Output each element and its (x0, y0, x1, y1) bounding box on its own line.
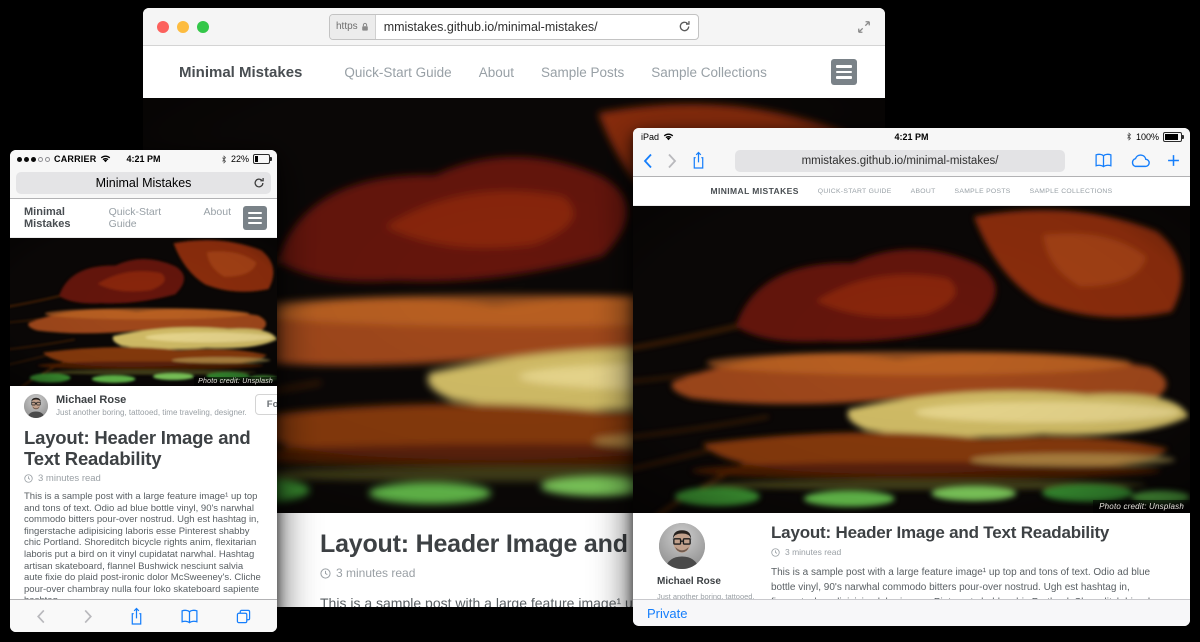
ipad-status-bar: iPad 4:21 PM 100% (633, 128, 1190, 145)
nav-link-quick-start[interactable]: Quick-Start Guide (344, 65, 451, 80)
desktop-titlebar: https mmistakes.github.io/minimal-mistak… (143, 8, 885, 46)
bookmarks-icon[interactable] (180, 609, 199, 624)
reload-icon[interactable] (253, 177, 265, 189)
private-label: Private (647, 606, 687, 621)
desktop-address-bar[interactable]: https mmistakes.github.io/minimal-mistak… (329, 14, 699, 40)
battery-percent: 22% (231, 154, 249, 164)
iphone-safari-toolbar (10, 599, 277, 632)
clock-icon (24, 474, 33, 483)
author-row: Michael Rose Just another boring, tattoo… (24, 394, 263, 418)
iphone-article: Michael Rose Just another boring, tattoo… (10, 386, 277, 628)
device-label: iPad (641, 132, 659, 142)
hamburger-icon[interactable] (831, 59, 857, 85)
wifi-icon (663, 133, 674, 141)
nav-link-sample-collections[interactable]: SAMPLE COLLECTIONS (1030, 188, 1113, 195)
https-badge: https (330, 15, 376, 39)
back-icon[interactable] (643, 153, 653, 169)
nav-link-quick-start[interactable]: Quick-Start Guide (109, 206, 184, 230)
expand-icon[interactable] (857, 20, 871, 34)
back-icon[interactable] (36, 609, 46, 624)
nav-link-quick-start[interactable]: QUICK-START GUIDE (818, 188, 892, 195)
header-feature-image: Photo credit: Unsplash (633, 206, 1190, 513)
photo-credit: Photo credit: Unsplash (194, 377, 277, 386)
article-body: This is a sample post with a large featu… (24, 491, 263, 607)
status-right: 100% (1126, 132, 1182, 142)
status-time: 4:21 PM (126, 154, 160, 164)
page-title-label: Minimal Mistakes (96, 176, 192, 190)
ipad-site-nav: MINIMAL MISTAKES QUICK-START GUIDE ABOUT… (633, 177, 1190, 206)
bookmarks-icon[interactable] (1094, 153, 1113, 168)
ipad-safari-toolbar: mmistakes.github.io/minimal-mistakes/ (633, 145, 1190, 177)
tabs-icon[interactable] (236, 609, 251, 624)
status-right: 22% (221, 154, 270, 164)
url-text[interactable]: mmistakes.github.io/minimal-mistakes/ (376, 20, 678, 34)
cloud-icon[interactable] (1129, 154, 1151, 168)
author-name: Michael Rose (56, 394, 247, 406)
bluetooth-icon (221, 155, 227, 164)
hamburger-icon[interactable] (243, 206, 267, 230)
read-time-meta: 3 minutes read (771, 547, 1172, 557)
private-browsing-bar: Private (633, 599, 1190, 626)
wifi-icon (100, 155, 111, 163)
window-controls (157, 21, 209, 33)
battery-percent: 100% (1136, 132, 1159, 142)
avatar (24, 394, 48, 418)
read-time-meta: 3 minutes read (24, 473, 263, 484)
article-main: Layout: Header Image and Text Readabilit… (771, 523, 1172, 602)
iphone-site-nav: Minimal Mistakes Quick-Start Guide About (10, 199, 277, 238)
carrier-label: CARRIER (54, 154, 96, 164)
toolbar-right-icons (1094, 153, 1180, 168)
zoom-window-button[interactable] (197, 21, 209, 33)
https-label: https (336, 21, 358, 32)
battery-icon (253, 154, 270, 164)
share-icon[interactable] (691, 151, 706, 170)
clock-icon (771, 548, 780, 557)
lock-icon (361, 22, 369, 32)
battery-icon (1163, 132, 1182, 142)
reload-icon[interactable] (678, 20, 691, 33)
site-brand-link[interactable]: Minimal Mistakes (24, 206, 109, 230)
author-sidebar: Michael Rose Just another boring, tattoo… (657, 523, 749, 602)
site-brand-link[interactable]: Minimal Mistakes (179, 64, 302, 81)
article-body: This is a sample post with a large featu… (771, 565, 1172, 602)
composite-screenshot: https mmistakes.github.io/minimal-mistak… (0, 0, 1200, 642)
add-tab-icon[interactable] (1167, 154, 1180, 167)
iphone-address-bar[interactable]: Minimal Mistakes (16, 172, 271, 194)
forward-icon[interactable] (667, 153, 677, 169)
iphone-safari-window: CARRIER 4:21 PM 22% Minimal Mistakes Min… (10, 150, 277, 632)
share-icon[interactable] (129, 607, 144, 626)
url-text[interactable]: mmistakes.github.io/minimal-mistakes/ (802, 155, 999, 167)
page-title: Layout: Header Image and Text Readabilit… (771, 523, 1172, 543)
ipad-article: Michael Rose Just another boring, tattoo… (633, 513, 1190, 602)
nav-link-sample-posts[interactable]: SAMPLE POSTS (955, 188, 1011, 195)
iphone-title-bar: Minimal Mistakes (10, 168, 277, 199)
ipad-address-bar[interactable]: mmistakes.github.io/minimal-mistakes/ (735, 150, 1065, 172)
nav-link-about[interactable]: About (204, 206, 231, 230)
iphone-status-bar: CARRIER 4:21 PM 22% (10, 150, 277, 168)
close-window-button[interactable] (157, 21, 169, 33)
ipad-safari-window: iPad 4:21 PM 100% mmistakes.github.io/mi… (633, 128, 1190, 626)
forward-icon[interactable] (83, 609, 93, 624)
header-feature-image: Photo credit: Unsplash (10, 238, 277, 386)
nav-link-sample-posts[interactable]: Sample Posts (541, 65, 624, 80)
follow-button[interactable]: Follow (255, 394, 277, 415)
nav-links: Quick-Start Guide About (109, 206, 231, 230)
author-text: Michael Rose Just another boring, tattoo… (56, 394, 247, 417)
author-name: Michael Rose (657, 576, 749, 587)
bluetooth-icon (1126, 132, 1132, 141)
photo-credit: Photo credit: Unsplash (1093, 500, 1190, 513)
nav-link-about[interactable]: ABOUT (911, 188, 936, 195)
site-brand-link[interactable]: MINIMAL MISTAKES (711, 186, 799, 196)
desktop-site-nav: Minimal Mistakes Quick-Start Guide About… (143, 46, 885, 98)
page-title: Layout: Header Image and Text Readabilit… (24, 427, 263, 469)
nav-link-about[interactable]: About (479, 65, 514, 80)
nav-links: Quick-Start Guide About Sample Posts Sam… (344, 65, 831, 80)
status-time: 4:21 PM (894, 132, 928, 142)
minimize-window-button[interactable] (177, 21, 189, 33)
author-bio: Just another boring, tattooed, time trav… (56, 408, 247, 417)
avatar (659, 523, 705, 569)
signal-strength-icon (17, 157, 50, 162)
nav-link-sample-collections[interactable]: Sample Collections (651, 65, 767, 80)
clock-icon (320, 568, 331, 579)
